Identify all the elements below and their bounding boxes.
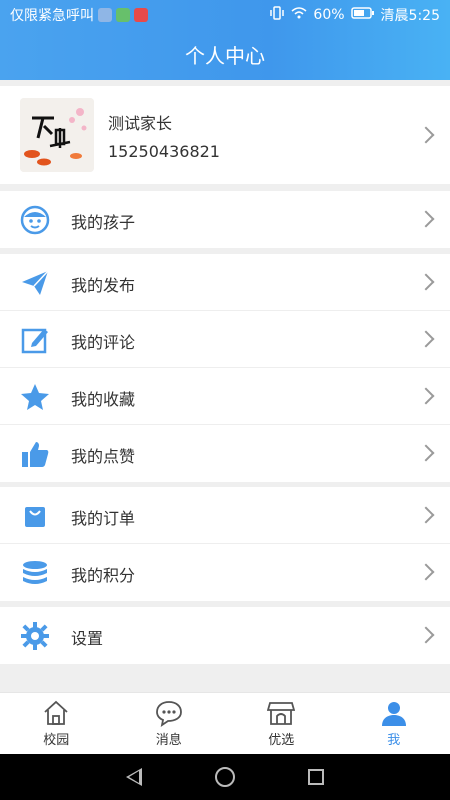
gear-icon: [20, 621, 50, 651]
menu-item-comments[interactable]: 我的评论: [0, 311, 450, 368]
chat-icon: [155, 701, 182, 727]
back-icon[interactable]: [126, 768, 143, 786]
shop-icon: [267, 702, 296, 725]
status-right: 60% 清晨5:25: [269, 5, 440, 25]
tab-me[interactable]: 我: [338, 693, 450, 754]
database-icon: [20, 558, 50, 588]
menu-label-comments: 我的评论: [71, 333, 136, 352]
recent-apps-icon[interactable]: [307, 769, 324, 785]
tab-messages[interactable]: 消息: [113, 693, 226, 754]
menu-item-likes[interactable]: 我的点赞: [0, 425, 450, 482]
menu-group-settings: 设置: [0, 607, 450, 664]
menu-item-settings[interactable]: 设置: [0, 607, 450, 664]
app-icon: [116, 8, 130, 22]
menu-label-publish: 我的发布: [71, 276, 136, 295]
child-face-icon: [20, 205, 50, 235]
status-bar: 仅限紧急呼叫 60% 清晨5:25: [0, 0, 450, 30]
status-carrier-text: 仅限紧急呼叫: [10, 8, 94, 24]
tab-label-me: 我: [387, 733, 401, 748]
thumbs-up-icon: [20, 439, 50, 469]
menu-item-children[interactable]: 我的孩子: [0, 191, 450, 248]
top-bar: 仅限紧急呼叫 60% 清晨5:25 个人中心: [0, 0, 450, 80]
menu-label-points: 我的积分: [71, 566, 136, 585]
chevron-right-icon: [417, 444, 435, 462]
wifi-icon: [291, 6, 307, 24]
home-icon: [44, 700, 68, 725]
page-title: 个人中心: [185, 44, 265, 68]
menu-item-points[interactable]: 我的积分: [0, 544, 450, 601]
menu-group-activity: 我的发布 我的评论 我的收藏 我的点赞: [0, 254, 450, 482]
chevron-right-icon: [417, 506, 435, 524]
vibrate-icon: [269, 6, 285, 24]
status-left: 仅限紧急呼叫: [10, 5, 148, 25]
battery-percent: 60%: [313, 7, 345, 23]
avatar[interactable]: [20, 98, 94, 172]
menu-label-settings: 设置: [71, 629, 104, 648]
menu-label-likes: 我的点赞: [71, 447, 136, 466]
menu-group-commerce: 我的订单 我的积分: [0, 487, 450, 601]
menu-group-children: 我的孩子: [0, 191, 450, 248]
chevron-right-icon: [417, 210, 435, 228]
sync-icon: [98, 8, 112, 22]
profile-phone: 15250436821: [108, 142, 220, 161]
menu-label-orders: 我的订单: [71, 509, 136, 528]
tab-label-messages: 消息: [155, 733, 182, 748]
chevron-right-icon: [417, 273, 435, 291]
tab-campus[interactable]: 校园: [0, 693, 113, 754]
profile-name: 测试家长: [108, 114, 173, 133]
chevron-right-icon: [417, 387, 435, 405]
notification-icon: [134, 8, 148, 22]
menu-item-publish[interactable]: 我的发布: [0, 254, 450, 311]
tab-label-campus: 校园: [43, 733, 70, 748]
tab-label-select: 优选: [268, 733, 295, 748]
menu-item-favorites[interactable]: 我的收藏: [0, 368, 450, 425]
edit-icon: [20, 325, 50, 355]
paper-plane-icon: [20, 268, 50, 298]
chevron-right-icon: [417, 126, 435, 144]
status-time: 清晨5:25: [380, 8, 440, 24]
system-nav-bar: [0, 754, 450, 800]
star-icon: [20, 382, 50, 412]
menu-label-favorites: 我的收藏: [71, 390, 136, 409]
tab-select[interactable]: 优选: [225, 693, 338, 754]
battery-icon: [350, 7, 375, 23]
chevron-right-icon: [417, 330, 435, 348]
menu-label-children: 我的孩子: [71, 213, 136, 232]
chevron-right-icon: [417, 626, 435, 644]
home-circle-icon[interactable]: [214, 767, 235, 787]
menu-item-orders[interactable]: 我的订单: [0, 487, 450, 544]
profile-card[interactable]: 测试家长 15250436821: [0, 86, 450, 184]
user-icon: [381, 702, 406, 726]
chevron-right-icon: [417, 563, 435, 581]
bottom-tab-bar: 校园 消息 优选 我: [0, 692, 450, 754]
shopping-bag-icon: [20, 501, 50, 531]
